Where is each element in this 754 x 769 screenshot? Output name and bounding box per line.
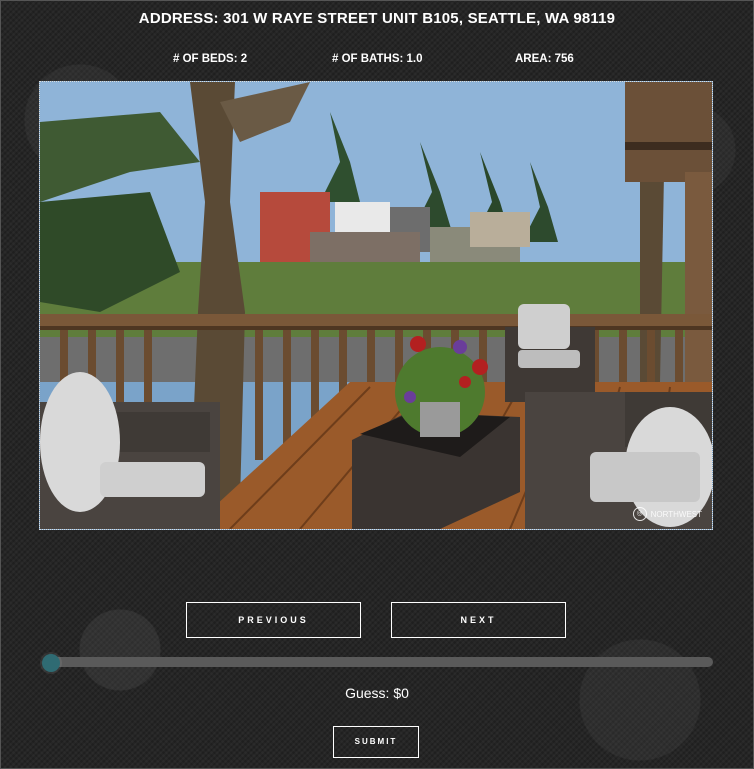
property-photo: ◎ NORTHWEST: [39, 81, 713, 530]
next-button[interactable]: NEXT: [391, 602, 566, 638]
nwmls-logo-icon: ◎: [632, 507, 647, 521]
baths-count: # OF BATHS: 1.0: [332, 53, 423, 65]
beds-count: # OF BEDS: 2: [173, 53, 248, 65]
price-slider-track[interactable]: [44, 657, 713, 667]
submit-button[interactable]: SUBMIT: [333, 726, 419, 758]
deck-scene-image: [40, 82, 712, 529]
previous-button[interactable]: PREVIOUS: [186, 602, 361, 638]
area-size: AREA: 756: [515, 53, 574, 65]
price-slider-thumb[interactable]: [42, 654, 60, 672]
watermark-text: NORTHWEST: [650, 509, 702, 519]
guess-value: Guess: $0: [345, 685, 409, 701]
photo-watermark: ◎ NORTHWEST: [632, 507, 702, 521]
property-address: ADDRESS: 301 W RAYE STREET UNIT B105, SE…: [138, 10, 616, 27]
